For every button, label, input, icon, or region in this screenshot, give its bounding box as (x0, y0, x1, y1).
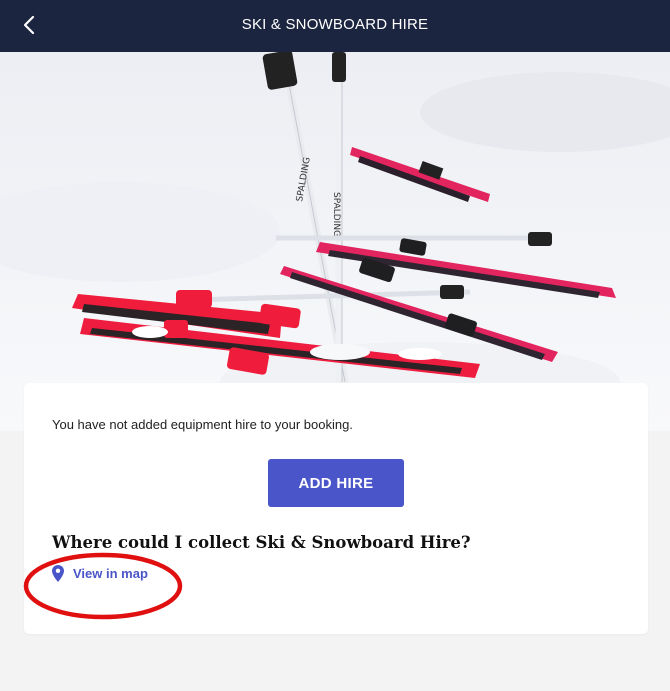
hero-image: SPALDING SPALDING (0, 52, 670, 431)
page-title: SKI & SNOWBOARD HIRE (241, 16, 429, 33)
view-in-map-label: View in map (73, 566, 148, 581)
svg-text:SPALDING: SPALDING (331, 192, 341, 237)
top-bar: SKI & SNOWBOARD HIRE (0, 0, 670, 52)
view-in-map-link[interactable]: View in map (52, 565, 148, 582)
add-hire-button[interactable]: ADD HIRE (268, 459, 404, 507)
map-pin-icon (52, 565, 64, 582)
hire-card: You have not added equipment hire to you… (24, 383, 648, 634)
no-hire-message: You have not added equipment hire to you… (52, 417, 353, 432)
collect-location-heading: Where could I collect Ski & Snowboard Hi… (52, 533, 471, 552)
